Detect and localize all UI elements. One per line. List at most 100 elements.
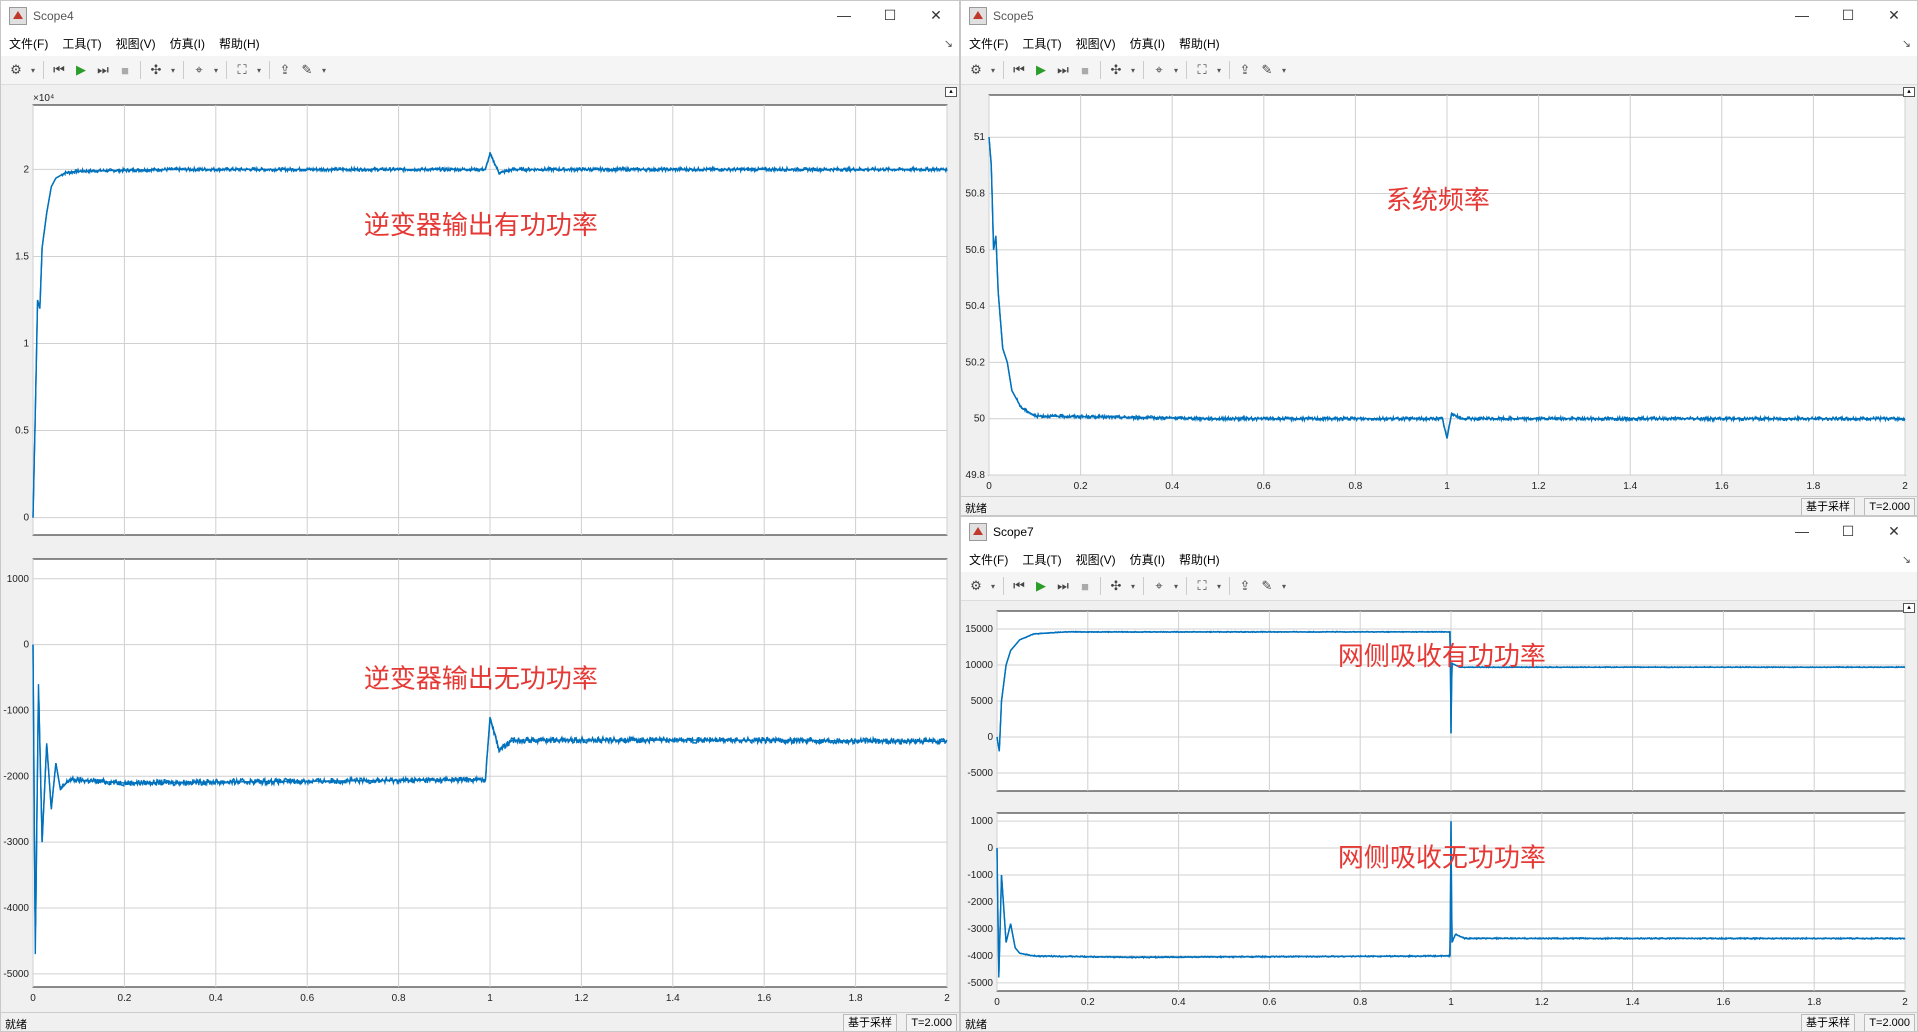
cursor-icon[interactable]: ⌖ [190, 61, 208, 79]
y-tick-label: 1000 [971, 816, 994, 827]
status-bar: 就绪 基于采样 T=2.000 [1, 1012, 959, 1031]
menu-view[interactable]: 视图(V) [116, 35, 156, 52]
dock-arrow-icon[interactable]: ↘ [1902, 37, 1911, 50]
autoscale-icon[interactable]: ⛶ [233, 61, 251, 79]
menu-file[interactable]: 文件(F) [969, 35, 1008, 52]
autoscale-icon[interactable]: ⛶ [1193, 61, 1211, 79]
settings-gear-icon[interactable]: ⚙ [967, 577, 985, 595]
chevron-down-icon[interactable]: ▾ [1172, 61, 1180, 79]
y-tick-label: 1000 [7, 574, 30, 585]
chevron-down-icon[interactable]: ▾ [255, 61, 263, 79]
x-tick-label: 2 [1902, 997, 1908, 1008]
close-button[interactable]: ✕ [1871, 1, 1917, 30]
step-back-icon[interactable]: ⏮ [50, 61, 68, 79]
chevron-down-icon[interactable]: ▾ [1280, 61, 1288, 79]
scope5-titlebar[interactable]: Scope5 — ☐ ✕ [961, 1, 1917, 30]
highlight-icon[interactable]: ✣ [1107, 577, 1125, 595]
settings-gear-icon[interactable]: ⚙ [7, 61, 25, 79]
stop-icon[interactable]: ■ [1076, 61, 1094, 79]
y-tick-label: 49.8 [966, 470, 986, 481]
maximize-button[interactable]: ☐ [1825, 1, 1871, 30]
measurements-icon[interactable]: ✎ [298, 61, 316, 79]
chevron-down-icon[interactable]: ▾ [989, 577, 997, 595]
highlight-icon[interactable]: ✣ [1107, 61, 1125, 79]
chevron-down-icon[interactable]: ▾ [1215, 577, 1223, 595]
dock-arrow-icon[interactable]: ↘ [1902, 553, 1911, 566]
window-title: Scope5 [993, 8, 1034, 23]
menu-file[interactable]: 文件(F) [969, 551, 1008, 568]
menu-help[interactable]: 帮助(H) [219, 35, 260, 52]
menubar: 文件(F) 工具(T) 视图(V) 仿真(I) 帮助(H) ↘ [961, 30, 1917, 56]
minimize-button[interactable]: — [1779, 517, 1825, 546]
measurements-icon[interactable]: ✎ [1258, 61, 1276, 79]
step-forward-icon[interactable]: ⏭ [1054, 61, 1072, 79]
x-tick-label: 0 [30, 993, 36, 1004]
chevron-down-icon[interactable]: ▾ [212, 61, 220, 79]
close-button[interactable]: ✕ [1871, 517, 1917, 546]
triggers-icon[interactable]: ⇪ [1236, 61, 1254, 79]
menu-help[interactable]: 帮助(H) [1179, 35, 1220, 52]
cursor-icon[interactable]: ⌖ [1150, 61, 1168, 79]
y-tick-label: -4000 [967, 951, 993, 962]
chart-annotation: 逆变器输出有功功率 [364, 210, 598, 240]
step-forward-icon[interactable]: ⏭ [1054, 577, 1072, 595]
highlight-icon[interactable]: ✣ [147, 61, 165, 79]
x-tick-label: 0.8 [392, 993, 406, 1004]
chevron-down-icon[interactable]: ▾ [1172, 577, 1180, 595]
maximize-button[interactable]: ☐ [867, 1, 913, 30]
menu-tools[interactable]: 工具(T) [1022, 551, 1061, 568]
step-forward-icon[interactable]: ⏭ [94, 61, 112, 79]
close-button[interactable]: ✕ [913, 1, 959, 30]
chevron-down-icon[interactable]: ▾ [1280, 577, 1288, 595]
chevron-down-icon[interactable]: ▾ [989, 61, 997, 79]
cursor-icon[interactable]: ⌖ [1150, 577, 1168, 595]
maximize-button[interactable]: ☐ [1825, 517, 1871, 546]
autoscale-icon[interactable]: ⛶ [1193, 577, 1211, 595]
menu-simulation[interactable]: 仿真(I) [170, 35, 205, 52]
run-icon[interactable]: ▶ [72, 61, 90, 79]
stop-icon[interactable]: ■ [1076, 577, 1094, 595]
scope4-plots: 0 0.5 1 1.5 2 ×10⁴ 逆变器输出有功功率 0 0.2 0.4 0.6 0.8 1 1.2… [3, 93, 950, 1004]
chevron-down-icon[interactable]: ▾ [169, 61, 177, 79]
x-tick-label: 0 [986, 481, 992, 492]
run-icon[interactable]: ▶ [1032, 577, 1050, 595]
collapse-icon[interactable]: ▴ [1903, 87, 1915, 97]
run-icon[interactable]: ▶ [1032, 61, 1050, 79]
collapse-icon[interactable]: ▴ [1903, 603, 1915, 613]
menu-simulation[interactable]: 仿真(I) [1130, 35, 1165, 52]
chevron-down-icon[interactable]: ▾ [1129, 61, 1137, 79]
x-tick-label: 0.6 [300, 993, 314, 1004]
stop-icon[interactable]: ■ [116, 61, 134, 79]
step-back-icon[interactable]: ⏮ [1010, 577, 1028, 595]
status-bar: 就绪 基于采样 T=2.000 [961, 1012, 1917, 1031]
settings-gear-icon[interactable]: ⚙ [967, 61, 985, 79]
y-tick-label: -3000 [3, 837, 29, 848]
x-tick-label: 0.2 [1081, 997, 1095, 1008]
triggers-icon[interactable]: ⇪ [276, 61, 294, 79]
menu-view[interactable]: 视图(V) [1076, 551, 1116, 568]
menu-file[interactable]: 文件(F) [9, 35, 48, 52]
toolbar-divider [1186, 577, 1187, 595]
chart-annotation: 网侧吸收有功功率 [1338, 641, 1546, 671]
scope7-titlebar[interactable]: Scope7 — ☐ ✕ [961, 517, 1917, 546]
chevron-down-icon[interactable]: ▾ [320, 61, 328, 79]
chevron-down-icon[interactable]: ▾ [29, 61, 37, 79]
measurements-icon[interactable]: ✎ [1258, 577, 1276, 595]
minimize-button[interactable]: — [1779, 1, 1825, 30]
dock-arrow-icon[interactable]: ↘ [944, 37, 953, 50]
triggers-icon[interactable]: ⇪ [1236, 577, 1254, 595]
minimize-button[interactable]: — [821, 1, 867, 30]
collapse-icon[interactable]: ▴ [945, 87, 957, 97]
chevron-down-icon[interactable]: ▾ [1129, 577, 1137, 595]
y-tick-label: 50 [974, 414, 986, 425]
menu-simulation[interactable]: 仿真(I) [1130, 551, 1165, 568]
menu-tools[interactable]: 工具(T) [62, 35, 101, 52]
menu-tools[interactable]: 工具(T) [1022, 35, 1061, 52]
step-back-icon[interactable]: ⏮ [1010, 61, 1028, 79]
scope4-titlebar[interactable]: Scope4 — ☐ ✕ [1, 1, 959, 30]
status-ready: 就绪 [965, 503, 987, 515]
chevron-down-icon[interactable]: ▾ [1215, 61, 1223, 79]
menu-help[interactable]: 帮助(H) [1179, 551, 1220, 568]
menu-view[interactable]: 视图(V) [1076, 35, 1116, 52]
toolbar-divider [1100, 61, 1101, 79]
